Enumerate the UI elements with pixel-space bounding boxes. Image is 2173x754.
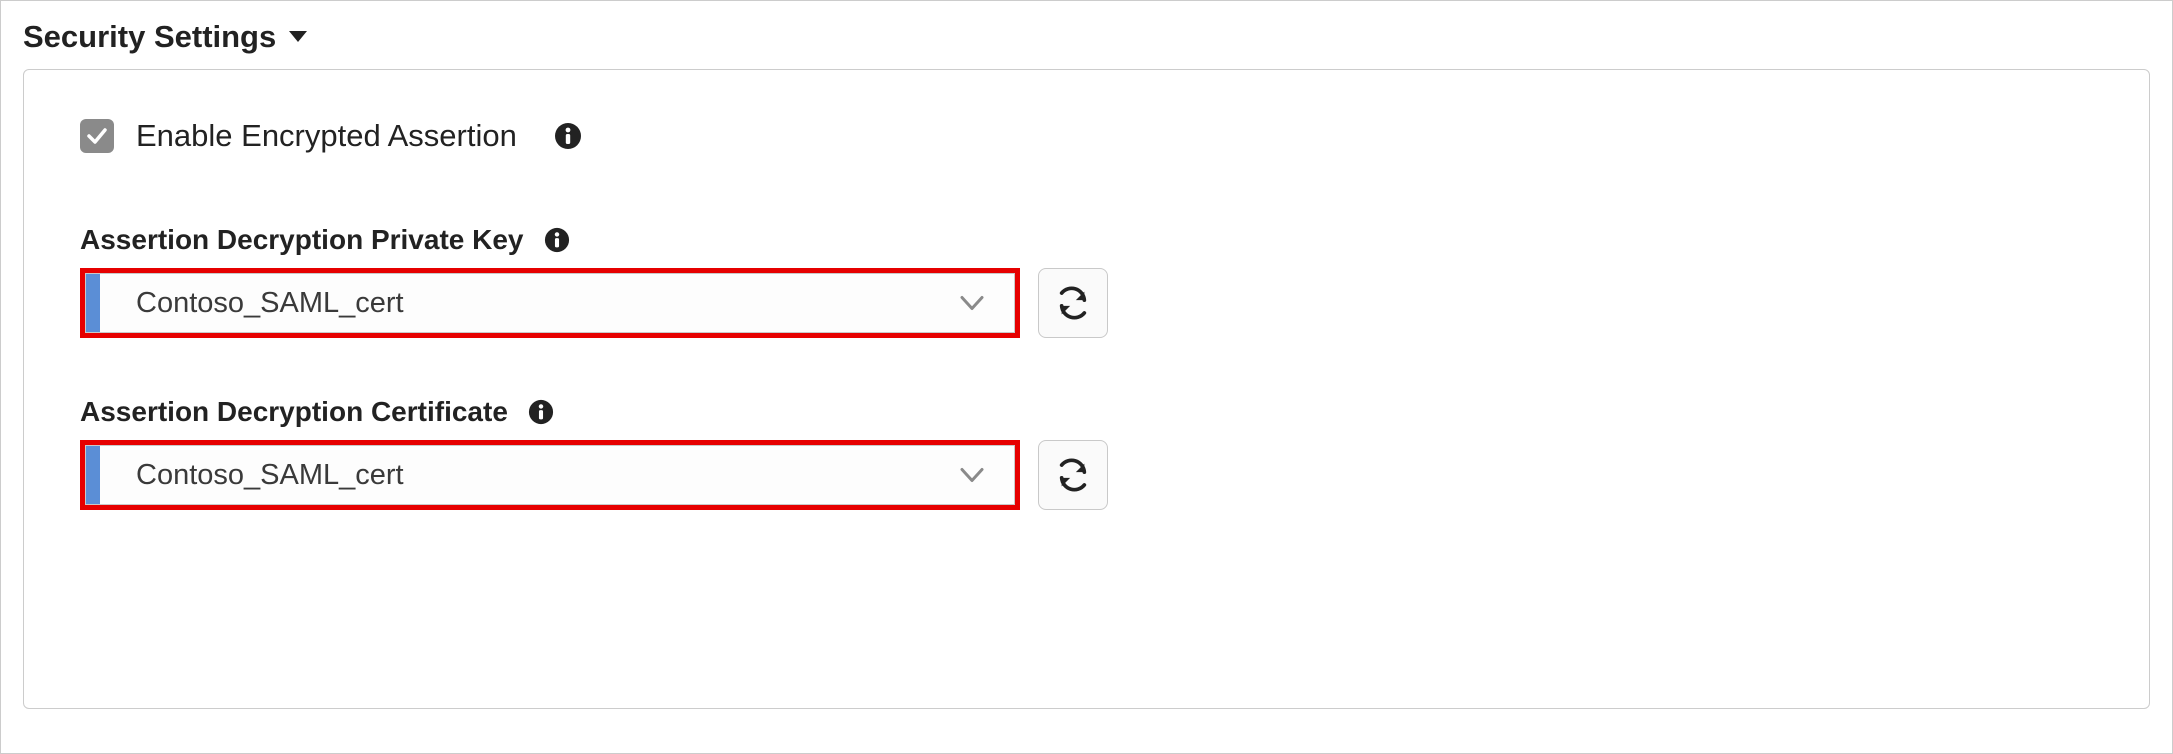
chevron-down-icon	[960, 459, 984, 492]
chevron-down-icon	[960, 287, 984, 320]
page-container: Security Settings Enable Encrypted Asser…	[0, 0, 2173, 754]
info-icon[interactable]	[526, 397, 556, 427]
private-key-label: Assertion Decryption Private Key	[80, 224, 524, 256]
enable-encrypted-assertion-label: Enable Encrypted Assertion	[136, 118, 517, 154]
check-icon	[85, 124, 109, 148]
private-key-refresh-button[interactable]	[1038, 268, 1108, 338]
private-key-select-value: Contoso_SAML_cert	[136, 287, 404, 320]
refresh-icon	[1056, 458, 1090, 492]
select-accent-bar	[86, 446, 100, 504]
certificate-select-value: Contoso_SAML_cert	[136, 459, 404, 492]
private-key-select[interactable]: Contoso_SAML_cert	[85, 273, 1015, 333]
caret-down-icon	[288, 30, 308, 44]
refresh-icon	[1056, 286, 1090, 320]
private-key-select-highlight: Contoso_SAML_cert	[80, 268, 1020, 338]
enable-encrypted-assertion-row: Enable Encrypted Assertion	[80, 118, 2093, 154]
info-icon[interactable]	[553, 121, 583, 151]
section-title: Security Settings	[23, 19, 276, 55]
enable-encrypted-assertion-checkbox[interactable]	[80, 119, 114, 153]
certificate-select-highlight: Contoso_SAML_cert	[80, 440, 1020, 510]
certificate-field-group: Assertion Decryption Certificate Contoso…	[80, 396, 2093, 510]
certificate-label-row: Assertion Decryption Certificate	[80, 396, 2093, 428]
private-key-field-row: Contoso_SAML_cert	[80, 268, 2093, 338]
select-accent-bar	[86, 274, 100, 332]
private-key-field-group: Assertion Decryption Private Key Contoso…	[80, 224, 2093, 338]
private-key-label-row: Assertion Decryption Private Key	[80, 224, 2093, 256]
section-header[interactable]: Security Settings	[23, 19, 2150, 55]
settings-panel: Enable Encrypted Assertion Assertion Dec…	[23, 69, 2150, 709]
certificate-field-row: Contoso_SAML_cert	[80, 440, 2093, 510]
certificate-select[interactable]: Contoso_SAML_cert	[85, 445, 1015, 505]
info-icon[interactable]	[542, 225, 572, 255]
certificate-label: Assertion Decryption Certificate	[80, 396, 508, 428]
certificate-refresh-button[interactable]	[1038, 440, 1108, 510]
